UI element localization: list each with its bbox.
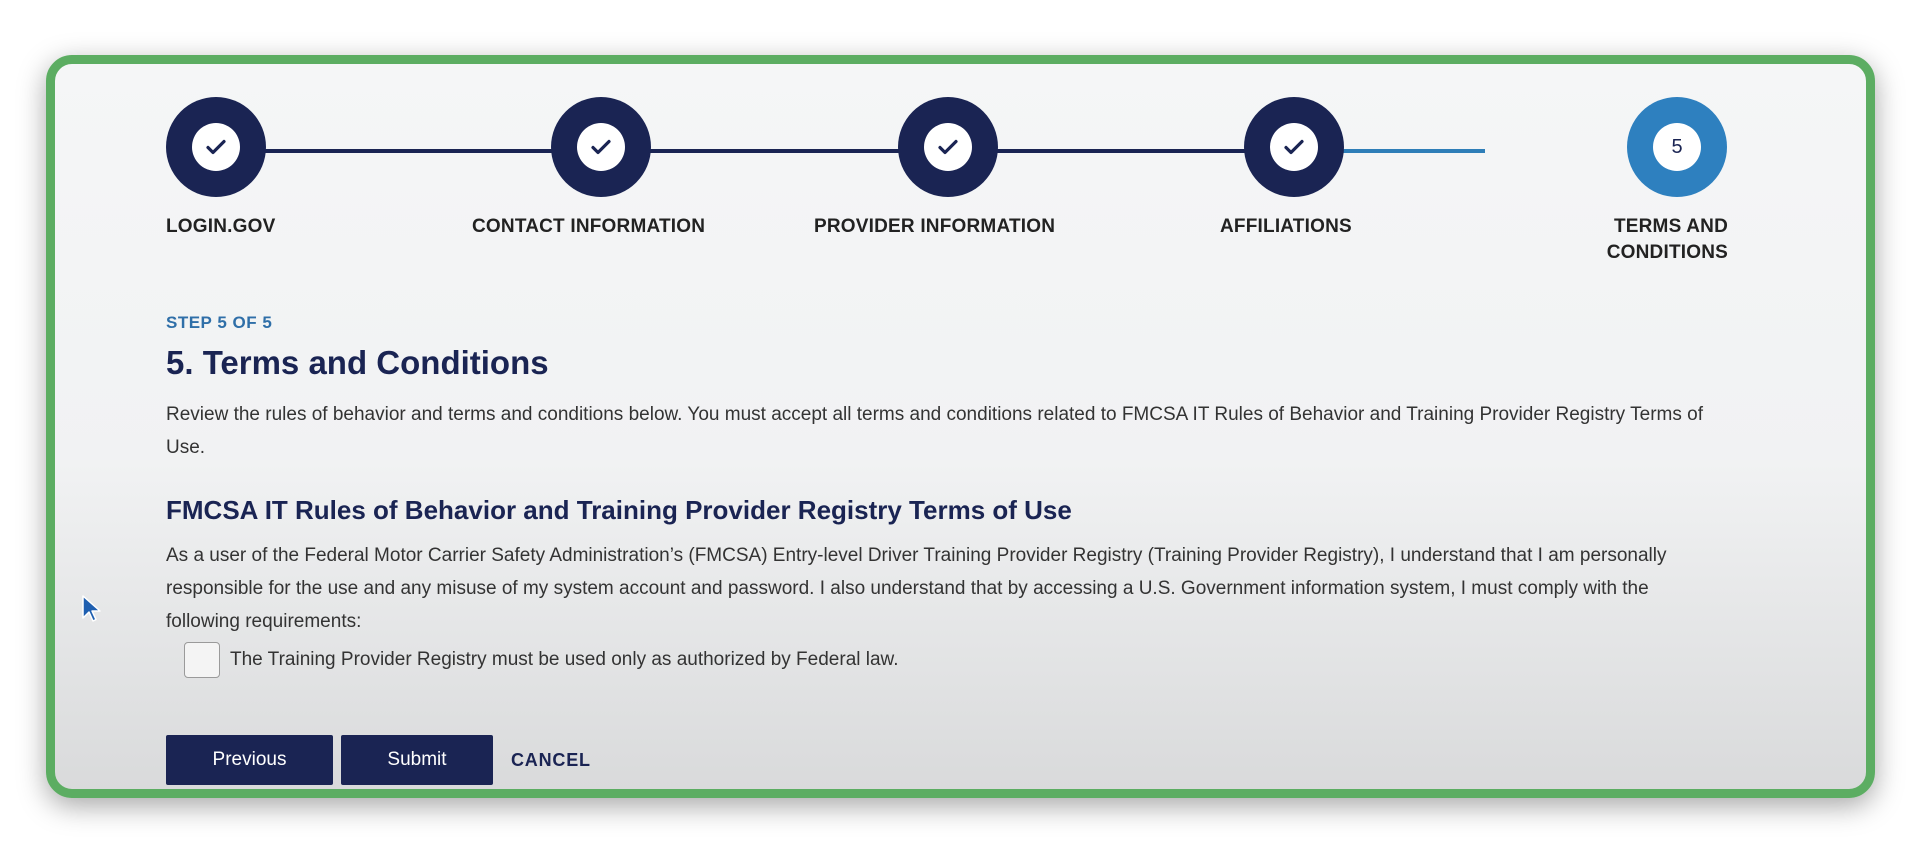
requirement-checkbox[interactable] [184, 642, 220, 678]
progress-stepper: 5 LOGIN.GOV CONTACT INFORMATION PROVIDER… [55, 64, 1866, 294]
mouse-cursor-icon [82, 595, 101, 622]
step-label-login: LOGIN.GOV [166, 216, 276, 237]
requirement-label[interactable]: The Training Provider Registry must be u… [230, 649, 899, 671]
step-label-terms: TERMS AND CONDITIONS [1585, 214, 1728, 266]
previous-button[interactable]: Previous [166, 735, 333, 785]
step-label-provider: PROVIDER INFORMATION [814, 216, 1056, 237]
step-5-circle: 5 [1627, 97, 1727, 197]
cancel-link[interactable]: CANCEL [511, 750, 591, 771]
stepper-line-current [1320, 149, 1485, 153]
submit-button[interactable]: Submit [341, 735, 493, 785]
requirement-row: The Training Provider Registry must be u… [184, 642, 899, 678]
check-icon [192, 123, 240, 171]
section-title: FMCSA IT Rules of Behavior and Training … [166, 495, 1072, 525]
step-label-contact: CONTACT INFORMATION [472, 216, 706, 237]
step-5-number: 5 [1653, 123, 1701, 171]
page-description: Review the rules of behavior and terms a… [166, 404, 1703, 458]
check-icon [1270, 123, 1318, 171]
step-2-circle [551, 97, 651, 197]
check-icon [924, 123, 972, 171]
step-4-circle [1244, 97, 1344, 197]
check-icon [577, 123, 625, 171]
step-label-affiliations: AFFILIATIONS [1220, 216, 1352, 237]
step-3-circle [898, 97, 998, 197]
page-title: 5. Terms and Conditions [166, 344, 549, 381]
app-window: 5 LOGIN.GOV CONTACT INFORMATION PROVIDER… [46, 55, 1875, 798]
section-body: As a user of the Federal Motor Carrier S… [166, 545, 1667, 632]
step-label-terms-line2: CONDITIONS [1606, 242, 1728, 263]
stepper-line-complete [220, 149, 1320, 153]
step-1-circle [166, 97, 266, 197]
step-label-terms-line1: TERMS AND [1613, 216, 1728, 237]
step-indicator: STEP 5 OF 5 [166, 313, 273, 332]
